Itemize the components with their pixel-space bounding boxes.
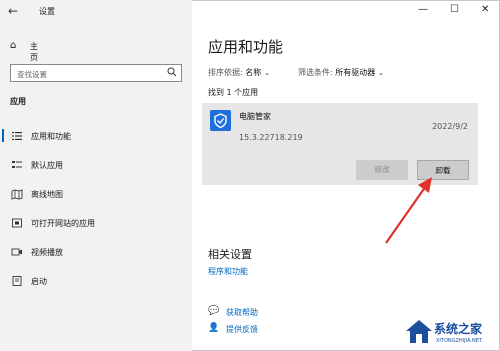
sidebar-item-apps-features[interactable]: 应用和功能: [0, 126, 192, 146]
sidebar-item-label: 可打开网站的应用: [31, 219, 95, 228]
annotation-arrow: [385, 177, 432, 244]
sidebar-item-label: 应用和功能: [31, 132, 71, 141]
app-list-item[interactable]: 电脑管家 15.3.22718.219 2022/9/2 修改 卸载: [202, 103, 478, 185]
related-settings-heading: 相关设置: [208, 248, 252, 261]
filter-dropdown[interactable]: 筛选条件: 所有驱动器 ⌄: [298, 67, 385, 78]
feedback-link[interactable]: 👤 提供反馈: [208, 323, 328, 337]
startup-icon: [12, 276, 22, 286]
filter-value: 所有驱动器: [335, 68, 376, 77]
sidebar-item-default-apps[interactable]: 默认应用: [0, 155, 192, 175]
sort-value: 名称: [245, 68, 262, 77]
sidebar-item-startup[interactable]: 启动: [0, 271, 192, 291]
result-count: 找到 1 个应用: [208, 88, 259, 97]
sidebar-item-web-apps[interactable]: 可打开网站的应用: [0, 213, 192, 233]
sidebar-item-label: 启动: [31, 277, 47, 286]
sidebar-item-video-playback[interactable]: 视频播放: [0, 242, 192, 262]
sidebar-item-label: 视频播放: [31, 248, 63, 257]
app-name: 电脑管家: [239, 112, 271, 121]
watermark: 系统之家 XITONGZHIJIA.NET: [404, 317, 498, 349]
web-app-icon: [12, 218, 22, 228]
back-arrow-icon[interactable]: ←: [8, 4, 18, 18]
get-help-link[interactable]: 💬 获取帮助: [208, 306, 328, 320]
window-title: 设置: [39, 7, 55, 16]
filter-label: 筛选条件:: [298, 68, 333, 77]
sidebar: ← 设置 ⌂ 主页 查找设置 应用 应用和功能 默认应用 离线地图 可打开网站的…: [0, 0, 192, 351]
watermark-title: 系统之家: [434, 322, 483, 336]
watermark-subtitle: XITONGZHIJIA.NET: [436, 338, 482, 344]
search-placeholder: 查找设置: [17, 70, 47, 79]
map-icon: [11, 189, 23, 200]
house-logo-icon: [406, 320, 432, 343]
close-icon[interactable]: ✕: [481, 4, 489, 15]
home-label: 主页: [30, 42, 38, 62]
chevron-down-icon: ⌄: [377, 68, 385, 77]
page-title: 应用和功能: [208, 38, 284, 56]
help-chat-icon: 💬: [208, 306, 220, 316]
app-install-date: 2022/9/2: [432, 122, 468, 131]
search-input[interactable]: 查找设置: [10, 64, 182, 82]
video-icon: [11, 248, 22, 256]
get-help-label: 获取帮助: [226, 308, 258, 317]
app-version: 15.3.22718.219: [239, 133, 303, 142]
sidebar-item-offline-maps[interactable]: 离线地图: [0, 184, 192, 204]
sidebar-item-label: 默认应用: [31, 161, 63, 170]
chevron-down-icon: ⌄: [263, 68, 271, 77]
minimize-icon[interactable]: —: [418, 4, 428, 15]
feedback-person-icon: 👤: [208, 323, 220, 333]
search-icon: [167, 67, 177, 77]
section-title-apps: 应用: [10, 97, 26, 106]
sidebar-item-label: 离线地图: [31, 190, 63, 199]
list-icon: [12, 132, 22, 140]
default-apps-icon: [12, 161, 22, 168]
sort-label: 排序依据:: [208, 68, 243, 77]
app-shield-icon: [210, 110, 231, 131]
maximize-icon[interactable]: ☐: [450, 4, 459, 15]
selection-indicator: [2, 129, 4, 142]
feedback-label: 提供反馈: [226, 325, 258, 334]
sort-dropdown[interactable]: 排序依据: 名称 ⌄: [208, 67, 271, 78]
programs-features-link[interactable]: 程序和功能: [208, 266, 248, 277]
home-icon: ⌂: [10, 40, 17, 51]
